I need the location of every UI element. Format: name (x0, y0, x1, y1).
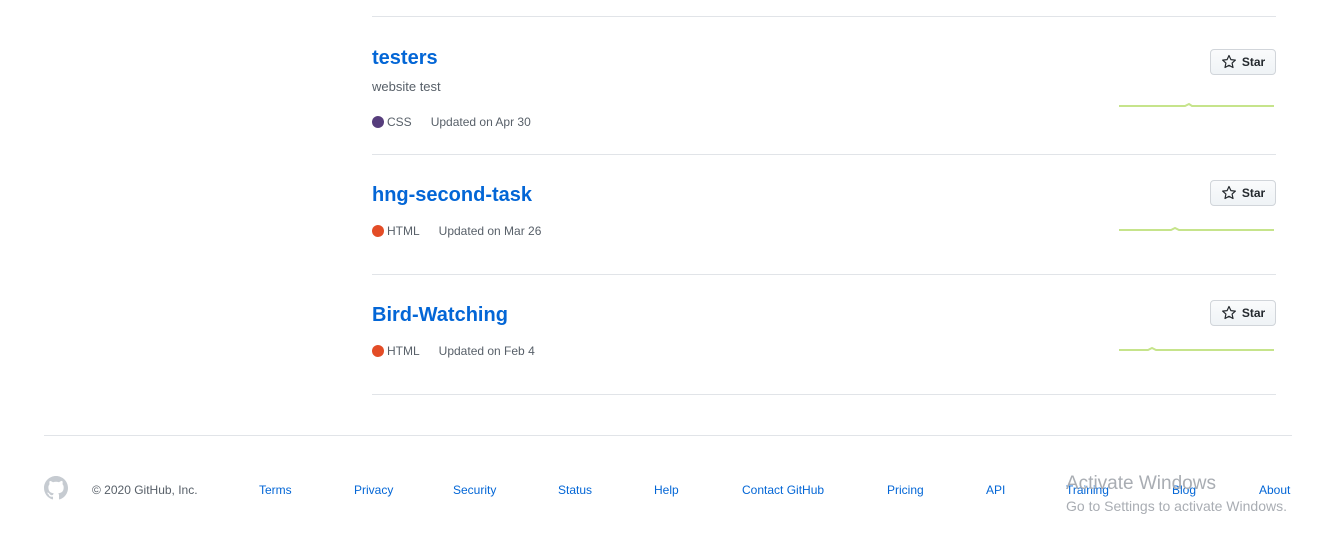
repository-list: testers website test CSS Updated on Apr … (372, 16, 1276, 395)
footer-link-security[interactable]: Security (453, 483, 496, 497)
footer-link-status[interactable]: Status (558, 483, 592, 497)
star-button[interactable]: Star (1210, 180, 1276, 206)
footer-link-contact-github[interactable]: Contact GitHub (742, 483, 824, 497)
updated-text: Updated on Mar 26 (438, 224, 542, 238)
footer-divider (44, 435, 1292, 436)
activity-sparkline (1119, 346, 1274, 351)
star-icon (1221, 185, 1236, 200)
updated-text: Updated on Feb 4 (438, 344, 535, 358)
language-name: HTML (387, 224, 420, 238)
star-button[interactable]: Star (1210, 49, 1276, 75)
footer-link-blog[interactable]: Blog (1172, 483, 1196, 497)
repo-item-hng-second-task: hng-second-task HTML Updated on Mar 26 S… (372, 155, 1276, 275)
star-button[interactable]: Star (1210, 300, 1276, 326)
star-icon (1221, 54, 1236, 69)
activity-sparkline (1119, 226, 1274, 231)
footer-link-api[interactable]: API (986, 483, 1005, 497)
repo-description: website test (372, 79, 441, 94)
star-label: Star (1241, 306, 1266, 320)
repo-name-link[interactable]: hng-second-task (372, 183, 532, 207)
language-color-dot (372, 225, 384, 237)
repo-name-link[interactable]: testers (372, 46, 438, 70)
footer-link-terms[interactable]: Terms (259, 483, 292, 497)
language-color-dot (372, 116, 384, 128)
star-icon (1221, 305, 1236, 320)
star-label: Star (1241, 55, 1266, 69)
updated-text: Updated on Apr 30 (430, 115, 531, 129)
language-name: CSS (387, 115, 412, 129)
footer-link-help[interactable]: Help (654, 483, 679, 497)
repo-meta: CSS Updated on Apr 30 (372, 114, 531, 130)
footer-link-privacy[interactable]: Privacy (354, 483, 393, 497)
language-color-dot (372, 345, 384, 357)
repo-name-link[interactable]: Bird-Watching (372, 303, 508, 327)
footer-link-training[interactable]: Training (1066, 483, 1109, 497)
footer-link-pricing[interactable]: Pricing (887, 483, 924, 497)
repo-meta: HTML Updated on Mar 26 (372, 223, 541, 239)
activity-sparkline (1119, 102, 1274, 107)
repo-meta: HTML Updated on Feb 4 (372, 343, 535, 359)
repo-item-bird-watching: Bird-Watching HTML Updated on Feb 4 Star (372, 275, 1276, 395)
github-logo-icon[interactable] (44, 476, 68, 505)
footer-link-about[interactable]: About (1259, 483, 1290, 497)
language-name: HTML (387, 344, 420, 358)
watermark-subtitle: Go to Settings to activate Windows. (1066, 498, 1287, 514)
footer-copyright: © 2020 GitHub, Inc. (92, 483, 198, 497)
repo-item-testers: testers website test CSS Updated on Apr … (372, 17, 1276, 155)
star-label: Star (1241, 186, 1266, 200)
